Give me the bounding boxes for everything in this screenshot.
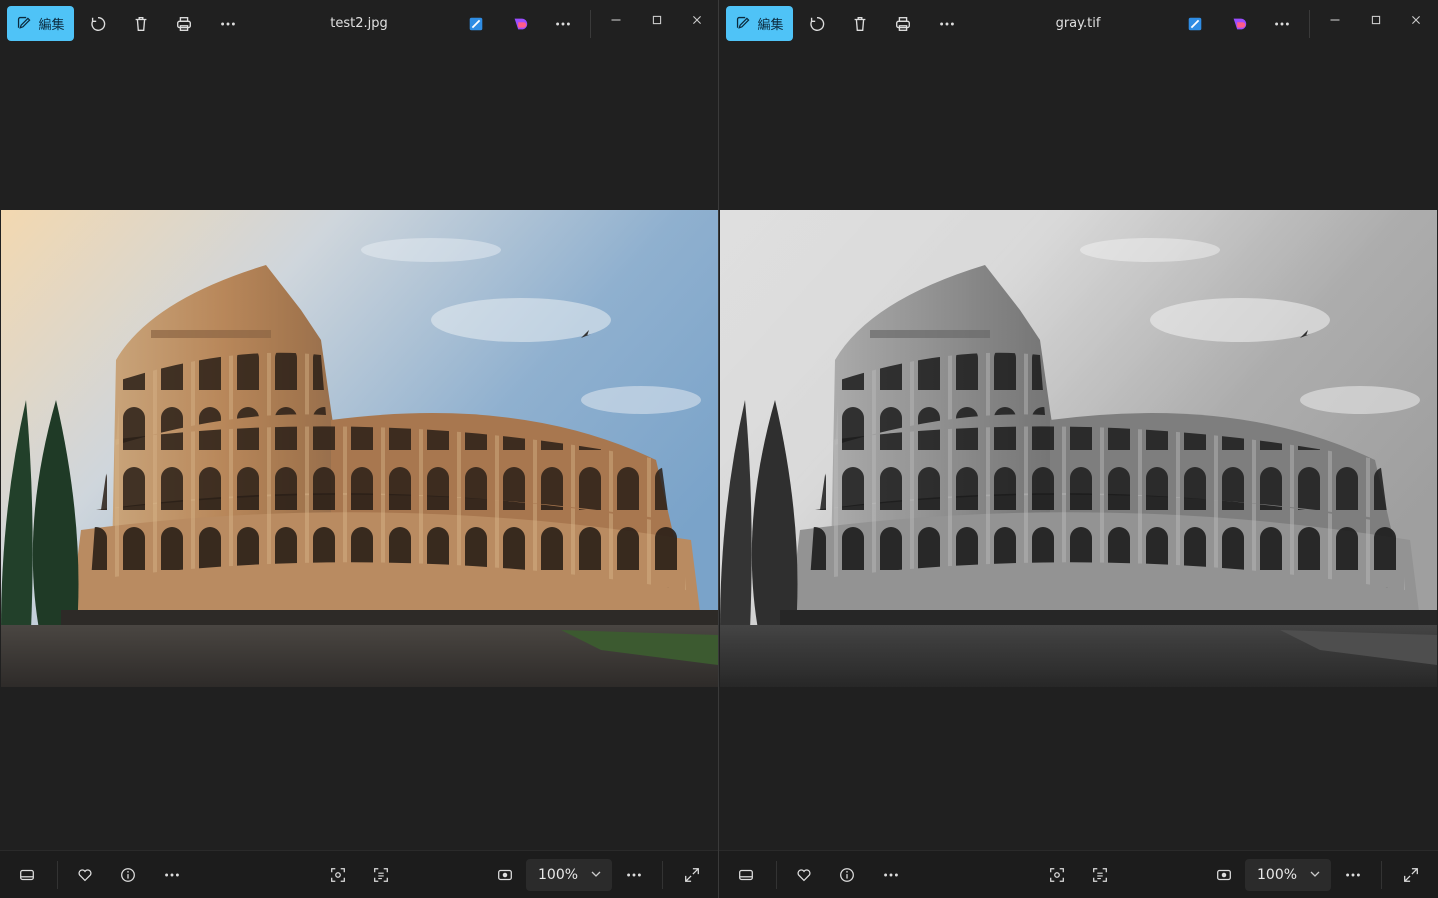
bottom-toolbar: 100% [0, 850, 718, 898]
title-bar: 編集 test2.jpg [0, 0, 718, 48]
visual-search-icon[interactable] [1045, 863, 1069, 887]
zoom-dropdown[interactable]: 100% [1245, 859, 1331, 891]
toolbar-divider [662, 861, 663, 889]
print-icon[interactable] [172, 12, 196, 36]
more-icon[interactable] [216, 12, 240, 36]
favorite-icon[interactable] [792, 863, 816, 887]
maximize-icon[interactable] [1364, 8, 1388, 32]
more-icon[interactable] [1270, 12, 1294, 36]
more-icon[interactable] [160, 863, 184, 887]
colosseum-photo-grayscale [720, 210, 1437, 687]
filmstrip-icon[interactable] [15, 863, 39, 887]
edit-button[interactable]: 編集 [726, 6, 793, 41]
chevron-down-icon [591, 871, 601, 877]
more-icon[interactable] [879, 863, 903, 887]
fit-icon[interactable] [1212, 863, 1236, 887]
toolbar-divider [1381, 861, 1382, 889]
edit-label: 編集 [757, 18, 784, 33]
toolbar-divider [590, 10, 591, 38]
more-icon[interactable] [551, 12, 575, 36]
text-scan-icon[interactable] [1088, 863, 1112, 887]
trash-icon[interactable] [848, 12, 872, 36]
close-icon[interactable] [685, 8, 709, 32]
fullscreen-icon[interactable] [1399, 863, 1423, 887]
zoom-value: 100% [1257, 867, 1298, 883]
toolbar-divider [57, 861, 58, 889]
edit-icon [18, 16, 31, 29]
rotate-icon[interactable] [805, 12, 829, 36]
fit-icon[interactable] [493, 863, 517, 887]
file-title: test2.jpg [330, 16, 388, 31]
trash-icon[interactable] [129, 12, 153, 36]
info-icon[interactable] [116, 863, 140, 887]
editor-icon[interactable] [464, 12, 488, 36]
print-icon[interactable] [891, 12, 915, 36]
zoom-value: 100% [538, 867, 579, 883]
fullscreen-icon[interactable] [680, 863, 704, 887]
edit-icon [737, 16, 750, 29]
colosseum-photo [1, 210, 718, 687]
edit-button[interactable]: 編集 [7, 6, 74, 41]
editor-icon[interactable] [1183, 12, 1207, 36]
edit-label: 編集 [38, 18, 65, 33]
copilot-icon[interactable] [508, 12, 532, 36]
maximize-icon[interactable] [645, 8, 669, 32]
photos-window-right: 編集 gray.tif 100% [719, 0, 1438, 898]
title-bar: 編集 gray.tif [719, 0, 1438, 48]
close-icon[interactable] [1404, 8, 1428, 32]
rotate-icon[interactable] [86, 12, 110, 36]
file-title: gray.tif [1055, 16, 1101, 31]
more-icon[interactable] [935, 12, 959, 36]
photos-window-left: 編集 test2.jpg 100% [0, 0, 719, 898]
more-icon[interactable] [622, 863, 646, 887]
toolbar-divider [776, 861, 777, 889]
photo-viewer[interactable] [1, 210, 718, 687]
visual-search-icon[interactable] [326, 863, 350, 887]
minimize-icon[interactable] [1323, 8, 1347, 32]
text-scan-icon[interactable] [369, 863, 393, 887]
more-icon[interactable] [1341, 863, 1365, 887]
favorite-icon[interactable] [73, 863, 97, 887]
minimize-icon[interactable] [604, 8, 628, 32]
zoom-dropdown[interactable]: 100% [526, 859, 612, 891]
toolbar-divider [1309, 10, 1310, 38]
chevron-down-icon [1310, 871, 1320, 877]
info-icon[interactable] [835, 863, 859, 887]
filmstrip-icon[interactable] [734, 863, 758, 887]
photo-viewer[interactable] [720, 210, 1437, 687]
copilot-icon[interactable] [1227, 12, 1251, 36]
bottom-toolbar: 100% [719, 850, 1438, 898]
